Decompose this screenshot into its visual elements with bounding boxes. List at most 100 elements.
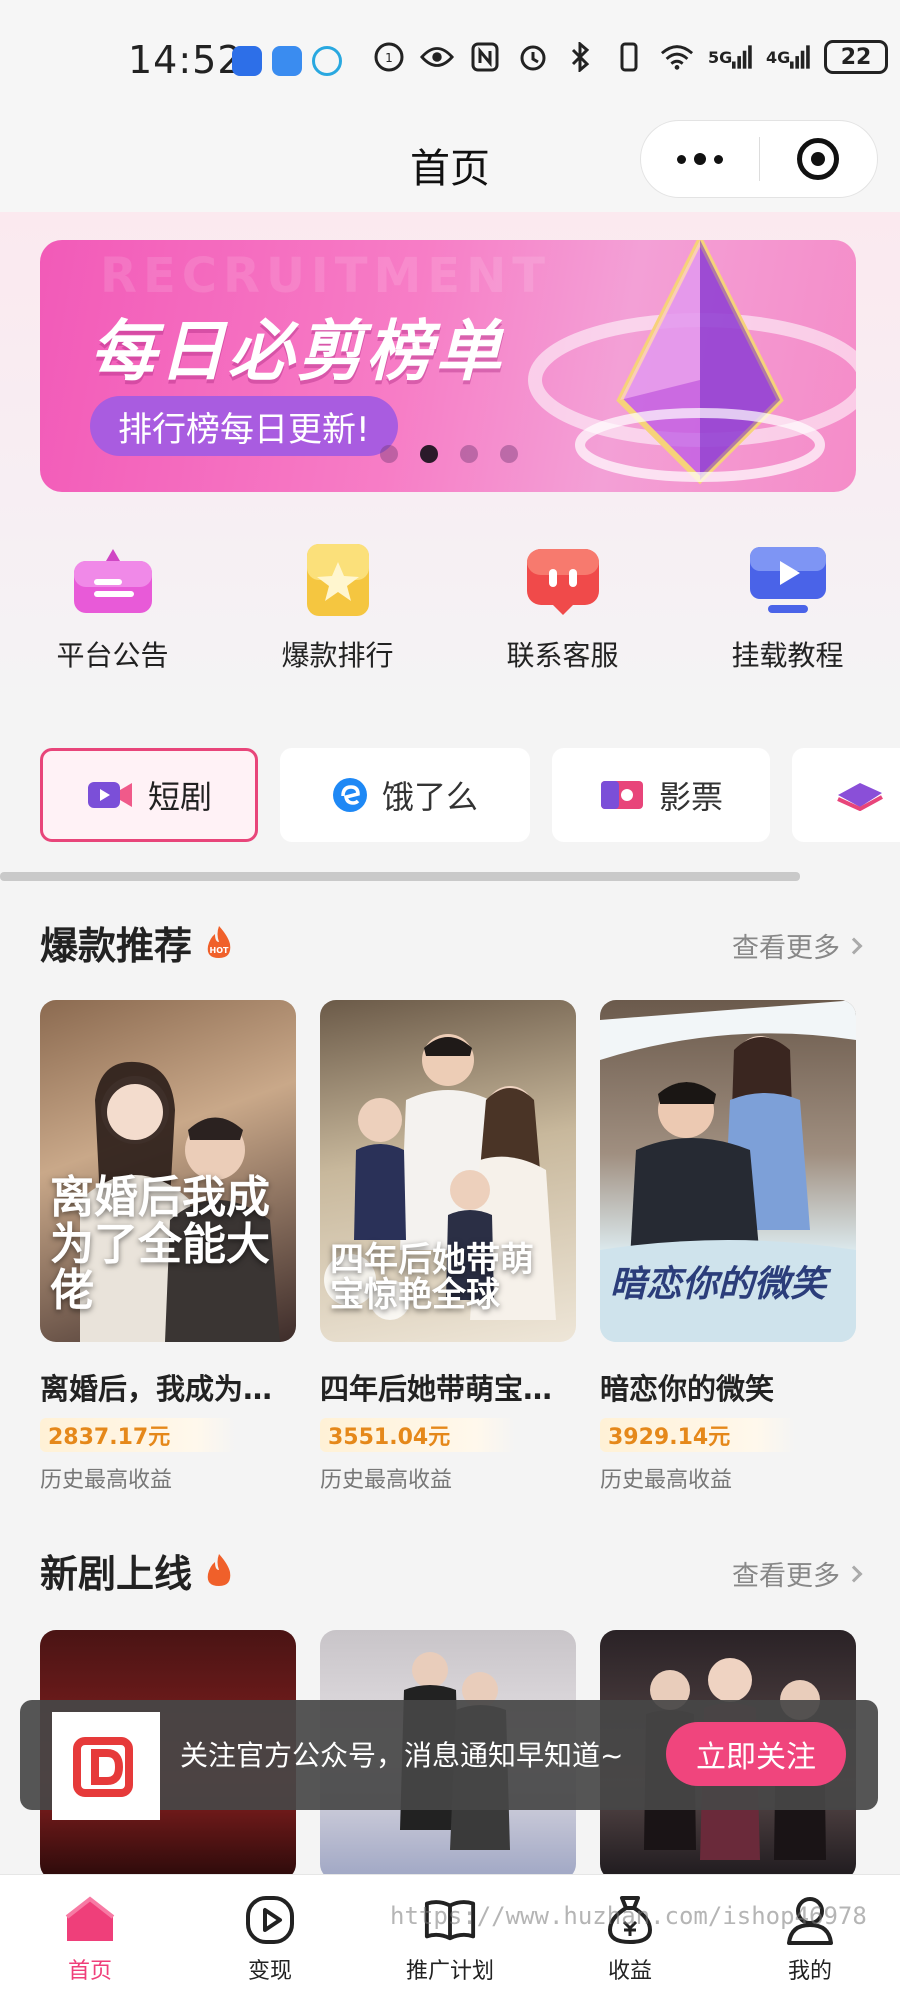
target-icon	[797, 138, 840, 180]
category-tabs: 短剧 饿了么 影票	[40, 748, 900, 842]
category-label: 影票	[658, 778, 723, 816]
earnings-label: 历史最高收益	[600, 1468, 733, 1493]
close-miniprogram-button[interactable]	[760, 121, 878, 197]
nav-bar: 首页	[0, 118, 900, 212]
ticket-icon	[600, 781, 643, 809]
view-more-label: 查看更多	[732, 933, 840, 964]
tab-monetize[interactable]: 变现	[180, 1875, 360, 2000]
carousel-dot[interactable]	[500, 445, 518, 463]
section-title: 新剧上线	[40, 1551, 193, 1596]
wifi-icon	[660, 40, 694, 74]
drama-title: 暗恋你的微笑	[600, 1372, 775, 1406]
banner-ghost-text: RECRUITMENT	[100, 248, 551, 304]
category-scrollbar[interactable]	[0, 872, 800, 881]
home-icon	[63, 1893, 117, 1947]
quick-item-customer-service[interactable]: 联系客服	[450, 540, 675, 680]
app-logo-icon	[73, 1737, 133, 1797]
follow-now-button[interactable]: 立即关注	[666, 1722, 846, 1786]
tab-label: 变现	[247, 1959, 292, 1984]
category-eleme[interactable]: 饿了么	[280, 748, 530, 842]
drama-poster[interactable]: 四年后她带萌宝惊艳全球	[320, 1000, 576, 1342]
drama-card[interactable]: 离婚后我成为了全能大佬 离婚后，我成为… 2837.17元 历史最高收益	[40, 1000, 296, 1494]
tutorial-video-icon	[743, 540, 833, 620]
official-account-logo	[52, 1712, 160, 1820]
pyramid-illustration	[528, 240, 856, 485]
battery-icon: 22	[824, 40, 888, 74]
category-short-drama[interactable]: 短剧	[40, 748, 258, 842]
earnings-label: 历史最高收益	[40, 1468, 173, 1493]
earnings-label: 历史最高收益	[320, 1468, 453, 1493]
poster-caption: 暗恋你的微笑	[610, 1263, 827, 1306]
carousel-dot-active[interactable]	[420, 445, 438, 463]
earnings-value: 3551.04元	[320, 1418, 516, 1452]
quick-item-ranking[interactable]: 爆款排行	[225, 540, 450, 680]
category-more[interactable]	[792, 748, 900, 842]
signal-5g-icon: 5G	[708, 40, 752, 74]
tab-home[interactable]: 首页	[0, 1875, 180, 2000]
eleme-logo-icon	[332, 778, 367, 812]
tab-mine[interactable]: 我的	[720, 1875, 900, 2000]
drama-title: 离婚后，我成为…	[40, 1372, 273, 1406]
category-movie-ticket[interactable]: 影票	[552, 748, 770, 842]
tab-label: 我的	[787, 1959, 832, 1984]
hot-section-header: 爆款推荐 HOT 查看更多	[40, 912, 863, 972]
bottom-tab-bar: 首页 变现 推广计划 收益 我的	[0, 1874, 900, 2000]
earnings-value: 2837.17元	[40, 1418, 236, 1452]
tab-promotion[interactable]: 推广计划	[360, 1875, 540, 2000]
tab-label: 收益	[607, 1959, 652, 1984]
quick-item-label: 平台公告	[56, 639, 169, 672]
banner-subtitle: 排行榜每日更新!	[90, 396, 398, 456]
view-more-label: 查看更多	[732, 1561, 840, 1592]
chevron-right-icon	[845, 1565, 863, 1582]
hd-icon: 1	[372, 40, 406, 74]
video-camera-icon	[87, 782, 132, 808]
poster-caption: 离婚后我成为了全能大佬	[50, 1172, 270, 1316]
carousel-dot[interactable]	[460, 445, 478, 463]
quick-item-tutorial[interactable]: 挂载教程	[675, 540, 900, 680]
category-label: 饿了么	[381, 778, 478, 816]
drama-poster[interactable]: 离婚后我成为了全能大佬	[40, 1000, 296, 1342]
category-label: 短剧	[147, 778, 212, 816]
poster-caption: 四年后她带萌宝惊艳全球	[330, 1239, 534, 1316]
eye-icon	[420, 40, 454, 74]
drama-card[interactable]: 暗恋你的微笑 暗恋你的微笑 3929.14元 历史最高收益	[600, 1000, 856, 1494]
tab-earnings[interactable]: 收益	[540, 1875, 720, 2000]
more-options-button[interactable]	[641, 121, 759, 197]
vibrate-icon	[612, 40, 646, 74]
svg-text:1: 1	[385, 51, 393, 65]
view-more-link[interactable]: 查看更多	[732, 1554, 863, 1593]
carousel-indicator	[380, 445, 518, 463]
bluetooth-icon	[564, 40, 598, 74]
status-time: 14:52	[128, 38, 243, 82]
drama-card[interactable]: 四年后她带萌宝惊艳全球 四年后她带萌宝… 3551.04元 历史最高收益	[320, 1000, 576, 1494]
dot-icon	[693, 153, 706, 165]
tab-label: 推广计划	[405, 1959, 494, 1984]
follow-account-toast: 关注官方公众号，消息通知早知道~ 立即关注	[20, 1700, 878, 1820]
mini-program-capsule	[640, 120, 878, 198]
earnings-value: 3929.14元	[600, 1418, 796, 1452]
chevron-right-icon	[845, 937, 863, 954]
hot-fire-icon: HOT	[207, 926, 231, 958]
customer-service-icon	[518, 540, 608, 620]
play-circle-icon	[243, 1893, 297, 1947]
signal-4g-icon: 4G	[766, 40, 810, 74]
quick-item-announcement[interactable]: 平台公告	[0, 540, 225, 680]
fire-icon	[207, 1554, 231, 1586]
drama-title: 四年后她带萌宝…	[320, 1372, 553, 1406]
nfc-icon	[468, 40, 502, 74]
quick-item-label: 挂载教程	[731, 639, 844, 672]
carousel-dot[interactable]	[380, 445, 398, 463]
banner-title: 每日必剪榜单	[90, 313, 504, 390]
banner-carousel[interactable]: RECRUITMENT 每日必剪榜单 排行榜每日更新!	[40, 240, 856, 492]
ranking-star-icon	[293, 540, 383, 620]
system-icons: 1 5G 4G 22	[372, 40, 888, 74]
browser-icon	[312, 46, 342, 76]
drama-poster[interactable]: 暗恋你的微笑	[600, 1000, 856, 1342]
app-notification-icon	[232, 46, 262, 76]
watermark-text: https://www.huzhan.com/ishop46978	[390, 1902, 867, 1930]
dot-icon	[713, 154, 723, 164]
status-bar: 14:52 1 5G 4G 22	[0, 0, 900, 118]
toast-message: 关注官方公众号，消息通知早知道~	[180, 1739, 624, 1772]
alarm-icon	[516, 40, 550, 74]
view-more-link[interactable]: 查看更多	[732, 926, 863, 965]
